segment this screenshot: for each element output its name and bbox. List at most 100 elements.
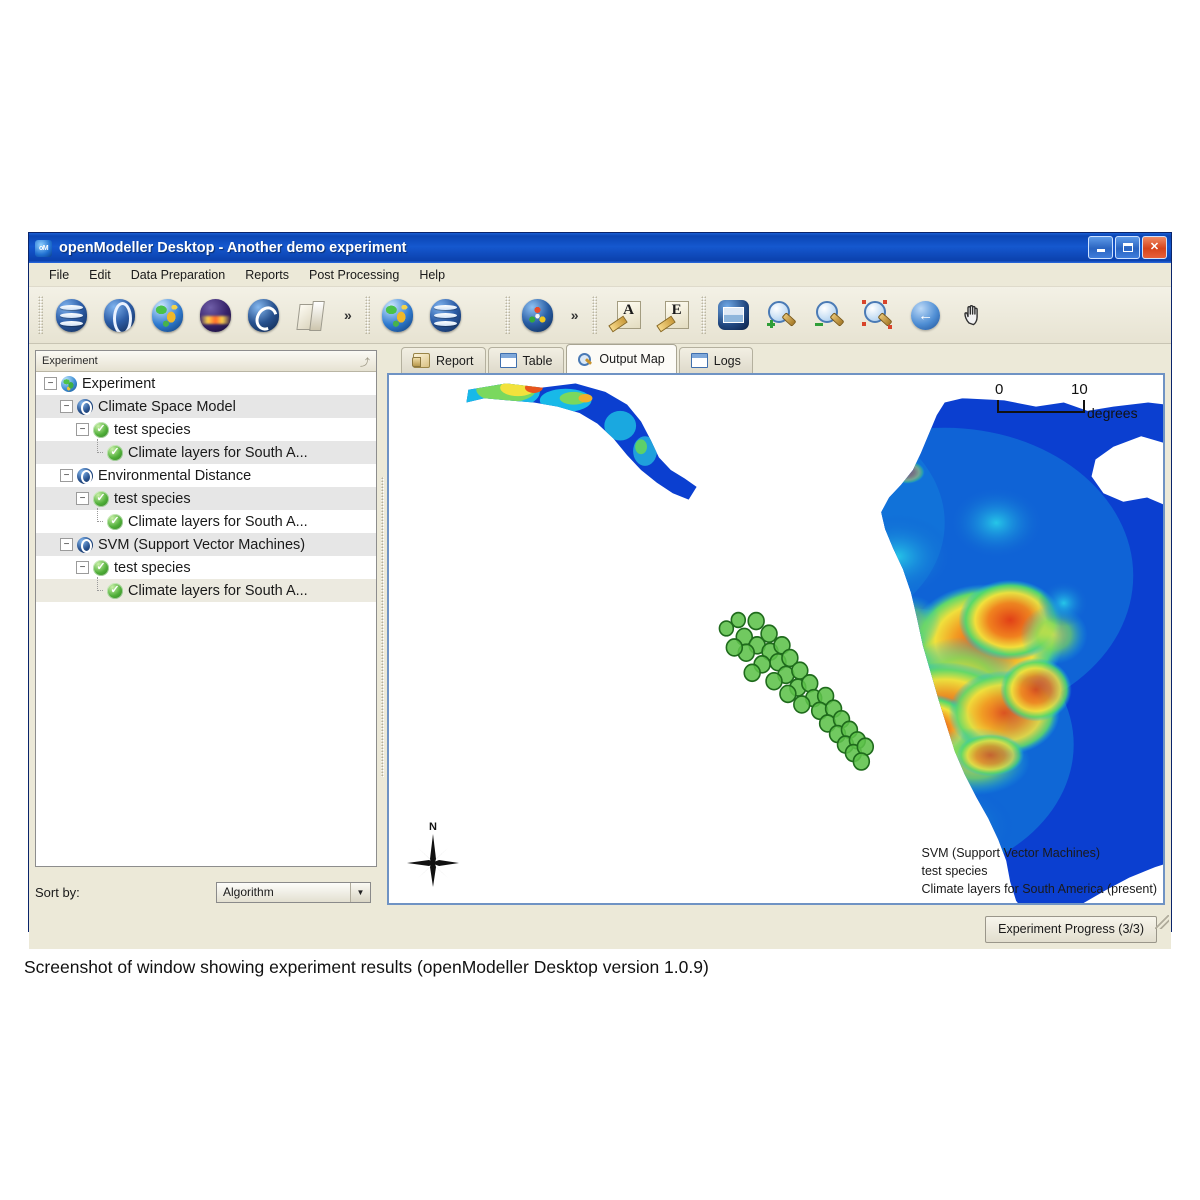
output-map-canvas[interactable]: 0 10 degrees N SVM (Support Vector Machi… — [387, 373, 1165, 905]
tree-row[interactable]: − ✓ test species — [36, 556, 376, 579]
application-window: oM openModeller Desktop - Another demo e… — [28, 232, 1172, 949]
title-bar[interactable]: oM openModeller Desktop - Another demo e… — [29, 233, 1171, 263]
tab-table[interactable]: Table — [487, 347, 565, 373]
menu-edit[interactable]: Edit — [81, 266, 119, 284]
menu-post-processing[interactable]: Post Processing — [301, 266, 407, 284]
toolbar-grip-3[interactable] — [504, 296, 510, 334]
menu-help[interactable]: Help — [411, 266, 453, 284]
map-legend: SVM (Support Vector Machines) test speci… — [921, 844, 1157, 898]
annotate-e-icon: E — [655, 300, 689, 333]
tab-label: Output Map — [599, 352, 665, 366]
svg-text:N: N — [429, 821, 437, 833]
tree-branch-line — [92, 508, 103, 533]
toolbar-group-navigation: ← — [711, 294, 997, 336]
tree-row[interactable]: − Environmental Distance — [36, 464, 376, 487]
layers-stack-blue-button[interactable] — [425, 294, 467, 336]
toolbar-overflow-2[interactable]: » — [561, 307, 587, 323]
scroll-icon — [412, 353, 430, 368]
night-globe-icon — [199, 298, 231, 332]
back-arrow-button[interactable]: ← — [905, 294, 947, 336]
close-button[interactable]: ✕ — [1142, 236, 1167, 259]
tree-collapse-toggle[interactable]: − — [60, 469, 73, 482]
layers-stack-blue-icon — [430, 298, 462, 332]
check-icon: ✓ — [93, 559, 109, 576]
layers-stack-button[interactable] — [50, 294, 92, 336]
tab-report[interactable]: Report — [401, 347, 486, 373]
toolbar: » » A E ← — [29, 287, 1171, 344]
sort-by-dropdown[interactable]: Algorithm ▼ — [216, 881, 371, 903]
tree-collapse-toggle[interactable]: − — [76, 492, 89, 505]
window-icon — [690, 353, 708, 368]
menu-bar: File Edit Data Preparation Reports Post … — [29, 263, 1171, 287]
toolbar-overflow-1[interactable]: » — [334, 307, 360, 323]
earth-icon — [61, 375, 77, 392]
night-globe-button[interactable] — [194, 294, 236, 336]
menu-data-preparation[interactable]: Data Preparation — [123, 266, 234, 284]
toolbar-grip-5[interactable] — [700, 296, 706, 334]
tree-collapse-toggle[interactable]: − — [60, 538, 73, 551]
tree-row[interactable]: ✓ Climate layers for South A... — [36, 439, 376, 464]
tree-collapse-toggle[interactable]: − — [76, 423, 89, 436]
circular-arrow-globe-icon — [247, 298, 279, 332]
scale-max-label: 10 — [1071, 381, 1088, 398]
tree-row-label: Climate layers for South A... — [128, 582, 308, 599]
map-scale-bar: 0 10 degrees — [979, 381, 1155, 427]
results-tabs: Report Table Output Map Logs — [387, 344, 1165, 373]
check-icon: ✓ — [107, 582, 123, 599]
tree-column-header[interactable]: Experiment ⤴ — [36, 351, 376, 372]
zoom-full-extent-button[interactable] — [857, 294, 899, 336]
toolbar-grip-2[interactable] — [364, 296, 370, 334]
toolbar-grip[interactable] — [38, 296, 43, 334]
tree-row[interactable]: ✓ Climate layers for South A... — [36, 508, 376, 533]
zoom-out-button[interactable] — [809, 294, 851, 336]
tree-collapse-toggle[interactable]: − — [76, 561, 89, 574]
tree-collapse-toggle[interactable]: − — [60, 400, 73, 413]
check-icon: ✓ — [107, 444, 123, 461]
tree-row[interactable]: ✓ Climate layers for South A... — [36, 577, 376, 602]
tree-row[interactable]: − ✓ test species — [36, 418, 376, 441]
tree-row[interactable]: − Climate Space Model — [36, 395, 376, 418]
parenthesis-globe-button[interactable] — [98, 294, 140, 336]
globe-map-button[interactable] — [377, 294, 419, 336]
menu-reports[interactable]: Reports — [237, 266, 297, 284]
tab-label: Table — [522, 353, 553, 368]
toolbar-grip-4[interactable] — [591, 296, 597, 334]
zoom-out-icon — [814, 300, 845, 330]
sort-bar: Sort by: Algorithm ▼ — [35, 867, 377, 909]
back-arrow-icon: ← — [911, 300, 941, 330]
tree-collapse-toggle[interactable]: − — [44, 377, 57, 390]
experiment-progress-button[interactable]: Experiment Progress (3/3) — [985, 915, 1157, 943]
legend-algorithm: SVM (Support Vector Machines) — [921, 845, 1101, 860]
molecule-globe-button[interactable] — [517, 294, 559, 336]
annotate-e-button[interactable]: E — [652, 294, 694, 336]
zoom-full-extent-icon — [862, 300, 893, 330]
zoom-in-button[interactable] — [761, 294, 803, 336]
world-map-globe-button[interactable] — [146, 294, 188, 336]
panel-splitter[interactable] — [377, 344, 387, 909]
maximize-button[interactable] — [1115, 236, 1140, 259]
sort-by-label: Sort by: — [35, 884, 80, 900]
tab-output-map[interactable]: Output Map — [566, 344, 677, 373]
minimize-button[interactable] — [1088, 236, 1113, 259]
model-icon — [77, 398, 93, 415]
annotate-a-button[interactable]: A — [604, 294, 646, 336]
toolbar-group-main — [48, 294, 334, 336]
folder-button[interactable] — [290, 294, 332, 336]
tab-logs[interactable]: Logs — [678, 347, 753, 373]
compass-rose-icon: N — [405, 817, 461, 889]
window-controls: ✕ — [1088, 236, 1167, 259]
image-export-button[interactable] — [713, 294, 755, 336]
chevron-down-icon: ▼ — [350, 882, 370, 902]
pan-hand-button[interactable] — [953, 294, 995, 336]
globe-map-icon — [382, 298, 414, 332]
tree-branch-line — [92, 439, 103, 464]
tab-label: Logs — [713, 353, 741, 368]
circular-arrow-globe-button[interactable] — [242, 294, 284, 336]
tree-row[interactable]: − Experiment — [36, 372, 376, 395]
check-icon: ✓ — [93, 421, 109, 438]
molecule-globe-icon — [522, 298, 554, 332]
window-resize-grip[interactable] — [1155, 915, 1169, 929]
menu-file[interactable]: File — [41, 266, 77, 284]
tree-row[interactable]: − SVM (Support Vector Machines) — [36, 533, 376, 556]
tree-row[interactable]: − ✓ test species — [36, 487, 376, 510]
